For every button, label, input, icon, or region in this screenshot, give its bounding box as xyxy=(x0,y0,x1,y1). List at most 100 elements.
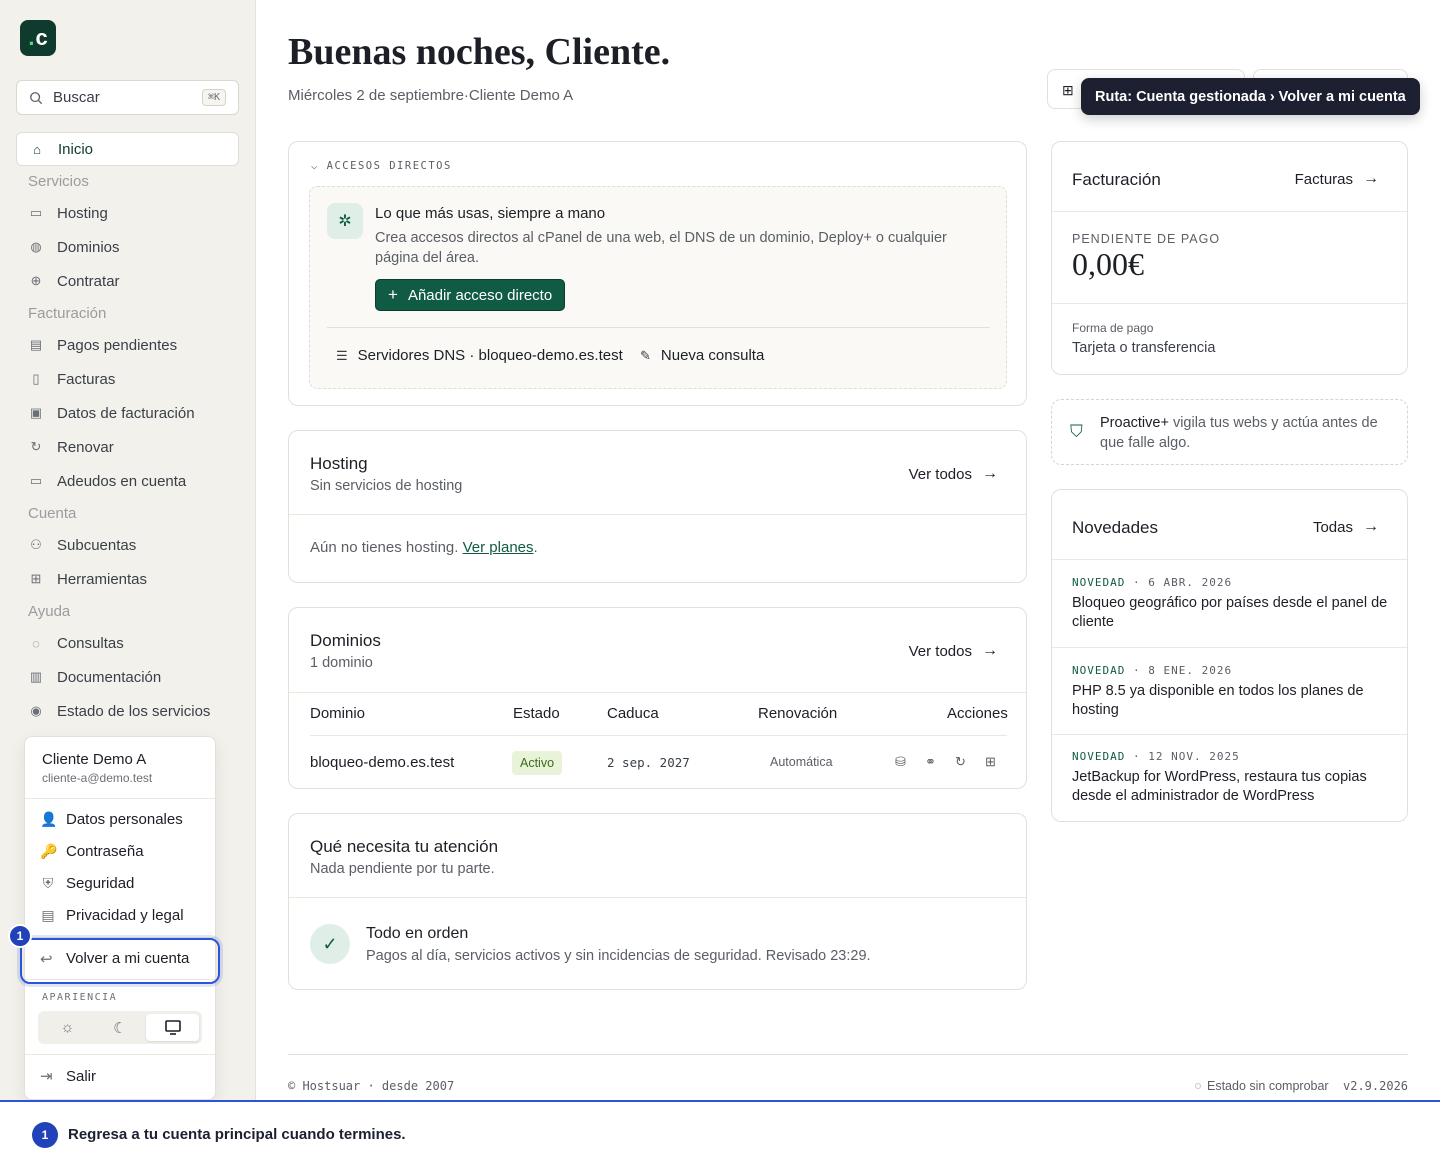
search-icon xyxy=(30,91,43,104)
shortcut-dns[interactable]: ☰ Servidores DNS · bloqueo-demo.es.test xyxy=(336,347,623,364)
logout-button[interactable]: ⇥ Salir xyxy=(25,1055,215,1097)
theme-system-option[interactable] xyxy=(146,1014,200,1041)
column-header-dominio: Dominio xyxy=(310,705,366,722)
news-header: Novedades Todas → xyxy=(1052,490,1407,560)
user-icon: 👤 xyxy=(40,810,58,827)
sidebar-item-consultas[interactable]: ◌ Consultas xyxy=(16,626,239,660)
sidebar-item-hosting[interactable]: ▭ Hosting xyxy=(16,196,239,230)
column-header-acciones: Acciones xyxy=(947,705,1008,722)
menu-item-datos-personales[interactable]: 👤 Datos personales xyxy=(25,803,215,835)
route-tooltip: Ruta: Cuenta gestionada › Volver a mi cu… xyxy=(1081,78,1420,115)
sidebar-item-inicio[interactable]: ⌂ Inicio xyxy=(16,132,239,166)
sidebar-item-label: Subcuentas xyxy=(57,536,137,554)
hosting-empty-message: Aún no tienes hosting. xyxy=(310,539,459,556)
dns-icon: ☰ xyxy=(336,347,348,363)
grid-action-icon[interactable]: ⊞ xyxy=(985,754,996,770)
billing-header: Facturación Facturas → xyxy=(1052,142,1407,212)
book-icon: ▥ xyxy=(29,669,43,684)
payment-method: Tarjeta o transferencia xyxy=(1072,340,1216,356)
sidebar-item-facturas[interactable]: ▯ Facturas xyxy=(16,362,239,396)
footer-copyright: © Hostsuar · desde 2007 xyxy=(288,1079,455,1093)
domains-header: Dominios 1 dominio Ver todos → xyxy=(289,608,1026,692)
column-header-caduca: Caduca xyxy=(607,705,659,722)
menu-item-contrasena[interactable]: 🔑 Contraseña xyxy=(25,835,215,867)
refresh-icon: ↻ xyxy=(30,439,42,454)
sidebar-item-pagos-pendientes[interactable]: ▤ Pagos pendientes xyxy=(16,328,239,362)
search-shortcut: ⌘K xyxy=(201,89,226,106)
appearance-label: APARIENCIA xyxy=(42,992,118,1003)
sidebar-item-herramientas[interactable]: ⊞ Herramientas xyxy=(16,562,239,596)
theme-dark-option[interactable]: ☾ xyxy=(94,1014,147,1041)
sidebar-item-adeudos[interactable]: ▭ Adeudos en cuenta xyxy=(16,464,239,498)
account-header: Cliente Demo A cliente-a@demo.test xyxy=(25,737,215,799)
shortcuts-card: ⌵ ACCESOS DIRECTOS ✲ Lo que más usas, si… xyxy=(288,141,1027,406)
grid-icon: ⊞ xyxy=(30,571,42,586)
news-item[interactable]: NOVEDAD · 6 ABR. 2026 Bloqueo geográfico… xyxy=(1052,560,1407,648)
hosting-ver-todos-link[interactable]: Ver todos → xyxy=(909,465,998,483)
proactive-banner[interactable]: ⛉ Proactive+ vigila tus webs y actúa ant… xyxy=(1051,399,1408,465)
sidebar-item-estado-servicios[interactable]: ◉ Estado de los servicios xyxy=(16,694,239,728)
check-icon: ✓ xyxy=(310,924,350,964)
volver-label: Volver a mi cuenta xyxy=(66,950,190,967)
link-label: Todas xyxy=(1312,518,1353,536)
document-icon: ▤ xyxy=(41,906,55,923)
sidebar-item-documentacion[interactable]: ▥ Documentación xyxy=(16,660,239,694)
search-input[interactable]: Buscar ⌘K xyxy=(16,80,239,115)
shortcut-nueva-consulta[interactable]: ✎ Nueva consulta xyxy=(640,347,764,364)
volver-a-mi-cuenta-button[interactable]: ↩ Volver a mi cuenta xyxy=(25,938,215,980)
globe-icon: ◍ xyxy=(30,239,42,254)
shield-icon: ⛨ xyxy=(42,874,54,891)
news-item[interactable]: NOVEDAD · 12 NOV. 2025 JetBackup for Wor… xyxy=(1052,735,1407,821)
server-icon: ▭ xyxy=(29,205,43,220)
page-subtitle: Miércoles 2 de septiembre·Cliente Demo A xyxy=(288,87,573,104)
menu-item-privacidad[interactable]: ▤ Privacidad y legal xyxy=(25,899,215,931)
footer-status[interactable]: Estado sin comprobar xyxy=(1195,1079,1329,1093)
moon-icon: ☾ xyxy=(113,1019,127,1037)
shortcut-label: Servidores DNS · bloqueo-demo.es.test xyxy=(357,347,623,364)
news-todas-link[interactable]: Todas → xyxy=(1313,518,1379,536)
refresh-action-icon[interactable]: ↻ xyxy=(955,754,966,770)
sidebar-item-label: Facturas xyxy=(57,370,116,388)
shortcuts-description: Crea accesos directos al cPanel de una w… xyxy=(375,230,947,266)
sidebar-item-datos-facturacion[interactable]: ▣ Datos de facturación xyxy=(16,396,239,430)
add-shortcut-label: Añadir acceso directo xyxy=(407,286,553,304)
shortcuts-label[interactable]: ⌵ ACCESOS DIRECTOS xyxy=(311,160,452,172)
domain-name[interactable]: bloqueo-demo.es.test xyxy=(310,754,454,771)
proactive-text: Proactive+ vigila tus webs y actúa antes… xyxy=(1100,413,1390,453)
theme-light-option[interactable]: ☼ xyxy=(41,1014,94,1041)
ver-planes-link[interactable]: Ver planes xyxy=(463,539,534,556)
sidebar-item-contratar[interactable]: ⊕ Contratar xyxy=(16,264,239,298)
shortcuts-title: Lo que más usas, siempre a mano xyxy=(375,205,606,222)
shortcuts-label-text: ACCESOS DIRECTOS xyxy=(326,160,452,172)
sidebar-item-label: Inicio xyxy=(58,140,94,158)
sidebar-item-subcuentas[interactable]: ⚇ Subcuentas xyxy=(16,528,239,562)
sidebar-item-label: Contratar xyxy=(57,272,120,290)
news-item[interactable]: NOVEDAD · 8 ENE. 2026 PHP 8.5 ya disponi… xyxy=(1052,648,1407,735)
brand-logo[interactable]: .c xyxy=(20,20,56,56)
cursor-click-icon: ✲ xyxy=(327,203,363,239)
proactive-name: Proactive+ xyxy=(1100,415,1169,431)
signal-icon: ◉ xyxy=(30,703,42,718)
column-header-renovacion: Renovación xyxy=(758,705,838,722)
add-shortcut-button[interactable]: + Añadir acceso directo xyxy=(375,279,566,311)
sidebar-item-label: Adeudos en cuenta xyxy=(57,472,187,490)
guide-step-badge: 1 xyxy=(32,1122,58,1148)
news-tag: NOVEDAD xyxy=(1072,576,1126,589)
server-action-icon[interactable]: ⛁ xyxy=(895,754,906,770)
arrow-right-icon: → xyxy=(982,642,998,659)
pending-amount: 0,00€ xyxy=(1072,246,1144,282)
attention-card: Qué necesita tu atención Nada pendiente … xyxy=(288,813,1027,990)
guide-bar: 1 Regresa a tu cuenta principal cuando t… xyxy=(0,1100,1440,1164)
attention-subtitle: Nada pendiente por tu parte. xyxy=(310,861,495,877)
attention-title: Qué necesita tu atención xyxy=(310,837,499,856)
hosting-card: Hosting Sin servicios de hosting Ver tod… xyxy=(288,430,1027,583)
facturas-link[interactable]: Facturas → xyxy=(1295,170,1379,188)
domains-ver-todos-link[interactable]: Ver todos → xyxy=(909,642,998,660)
news-meta: NOVEDAD · 12 NOV. 2025 xyxy=(1072,750,1240,763)
billing-card: Facturación Facturas → PENDIENTE DE PAGO … xyxy=(1051,141,1408,375)
news-item-title: PHP 8.5 ya disponible en todos los plane… xyxy=(1072,683,1364,718)
sidebar-item-dominios[interactable]: ◍ Dominios xyxy=(16,230,239,264)
sidebar-item-renovar[interactable]: ↻ Renovar xyxy=(16,430,239,464)
menu-item-seguridad[interactable]: ⛨ Seguridad xyxy=(25,867,215,899)
link-action-icon[interactable]: ⚭ xyxy=(925,754,936,770)
